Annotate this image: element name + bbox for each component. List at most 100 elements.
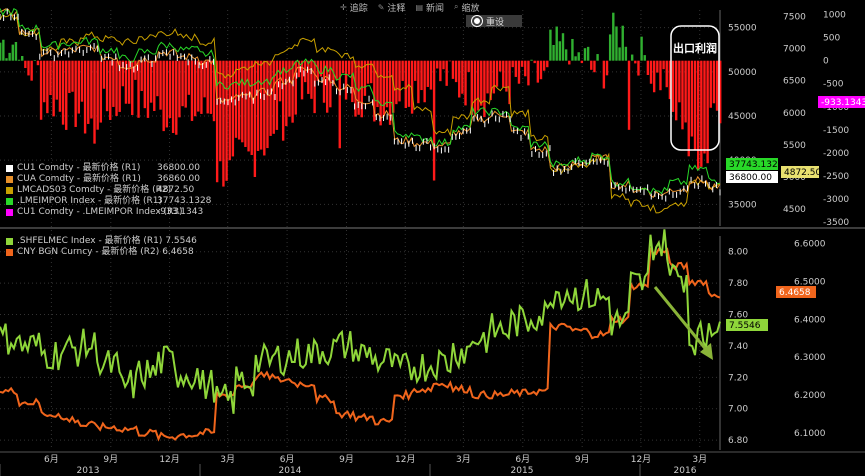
bar (27, 60, 30, 76)
bar (187, 60, 191, 95)
bar (445, 60, 448, 86)
y-tick-label-r3: -3000 (823, 195, 849, 205)
bar (454, 60, 458, 83)
x-tick-label: 3月 (456, 454, 471, 465)
y-tick-label-r2: 7500 (783, 12, 806, 22)
bar (637, 60, 640, 76)
bar (467, 60, 470, 73)
news-icon: ▤ (415, 2, 423, 12)
bar (99, 60, 103, 123)
bar (602, 60, 606, 89)
bar (247, 60, 250, 152)
bar (146, 60, 150, 118)
bar (555, 26, 558, 61)
bar (244, 60, 247, 147)
bar (432, 60, 436, 181)
bar (351, 60, 354, 103)
legend-item[interactable]: .SHFELMEC Index - 最新价格 (R1) 7.5546 (6, 236, 197, 247)
bar (687, 60, 690, 157)
bar (492, 60, 496, 94)
bar (684, 60, 687, 123)
x-year-label: 2015 (511, 466, 534, 476)
crosshair-icon: ✛ (340, 2, 347, 12)
bar (524, 60, 527, 77)
y-tick-label-r3: -500 (823, 80, 844, 90)
bar (263, 60, 266, 156)
bar (712, 60, 716, 104)
bar (253, 60, 257, 177)
bar (577, 52, 580, 61)
bar (58, 60, 62, 112)
bar (696, 60, 700, 171)
legend-swatch (6, 165, 13, 172)
bar (61, 60, 65, 125)
bar (533, 60, 536, 64)
x-tick-label: 6月 (280, 454, 295, 465)
y-tick-label-r3: -3500 (823, 218, 849, 228)
bar (30, 60, 33, 81)
y-tick-label-b1: 7.20 (728, 373, 748, 383)
bar (451, 60, 455, 79)
x-year-label: 2013 (77, 466, 100, 476)
bar (241, 60, 244, 143)
bar (561, 33, 565, 61)
bar (49, 60, 52, 96)
bar (206, 60, 209, 114)
bar (630, 54, 634, 61)
bar (486, 60, 489, 94)
bar (140, 60, 143, 92)
reset-button[interactable]: 重设 (466, 15, 522, 28)
x-tick-label: 6月 (515, 454, 530, 465)
legend-item[interactable]: CU1 Comdty - 最新价格 (R1) 36800.00 (6, 163, 211, 174)
bar (690, 60, 694, 137)
bar (593, 60, 596, 73)
bar (520, 60, 524, 67)
bar (219, 60, 222, 162)
bar (344, 60, 348, 100)
y-tick-label-r1: 50000 (728, 68, 757, 78)
toolbar-track-button[interactable]: ✛ 追踪 (340, 0, 368, 14)
x-tick-label: 3月 (692, 454, 707, 465)
y-tick-label-b2: 6.5000 (794, 277, 826, 287)
bar (571, 38, 574, 61)
bar (281, 60, 285, 141)
bar (640, 36, 643, 61)
bar (429, 60, 433, 90)
bar (395, 60, 398, 105)
legend-item[interactable]: LMCADS03 Comdty - 最新价格 (R2) 4872.50 (6, 185, 211, 196)
tag-shfelmec: 7.5546 (729, 321, 761, 331)
y-tick-label-r2: 4500 (783, 205, 806, 215)
bar (656, 60, 659, 73)
toolbar-news-button[interactable]: ▤ 新闻 (415, 0, 444, 14)
legend-swatch (6, 238, 13, 245)
bar (709, 60, 712, 108)
bar (417, 60, 420, 104)
legend-item[interactable]: CU1 Comdty - .LMEIMPOR Index (R3) -933.13… (6, 207, 211, 218)
legend-item[interactable]: CNY BGN Curncy - 最新价格 (R2) 6.4658 (6, 247, 197, 258)
y-tick-label-r3: 0 (823, 57, 829, 67)
legend-item[interactable]: CUA Comdty - 最新价格 (R1) 36860.00 (6, 174, 211, 185)
bar (310, 60, 313, 99)
y-tick-label-r2: 6500 (783, 77, 806, 87)
y-tick-label-r2: 5500 (783, 141, 806, 151)
bar (307, 60, 310, 94)
bar (586, 46, 590, 61)
toolbar-annotate-button[interactable]: ✎ 注释 (378, 0, 406, 14)
y-tick-label-r3: -2000 (823, 149, 849, 159)
bar (83, 60, 87, 134)
x-tick-label: 3月 (220, 454, 235, 465)
x-tick-label: 12月 (395, 454, 415, 465)
legend-item[interactable]: .LMEIMPOR Index - 最新价格 (R1) 37743.1328 (6, 196, 211, 207)
bar (706, 60, 709, 164)
bar (539, 60, 543, 80)
bar (420, 60, 423, 91)
bar (184, 60, 187, 108)
toolbar-zoom-button[interactable]: ⌕ 缩放 (454, 0, 480, 14)
bar (175, 60, 178, 135)
x-year-label: 2016 (674, 466, 697, 476)
bar (65, 60, 68, 130)
bar (671, 60, 675, 112)
legend-bottom: .SHFELMEC Index - 最新价格 (R1) 7.5546 CNY B… (6, 236, 197, 258)
bar (693, 60, 697, 151)
y-tick-label-r2: 7000 (783, 45, 806, 55)
